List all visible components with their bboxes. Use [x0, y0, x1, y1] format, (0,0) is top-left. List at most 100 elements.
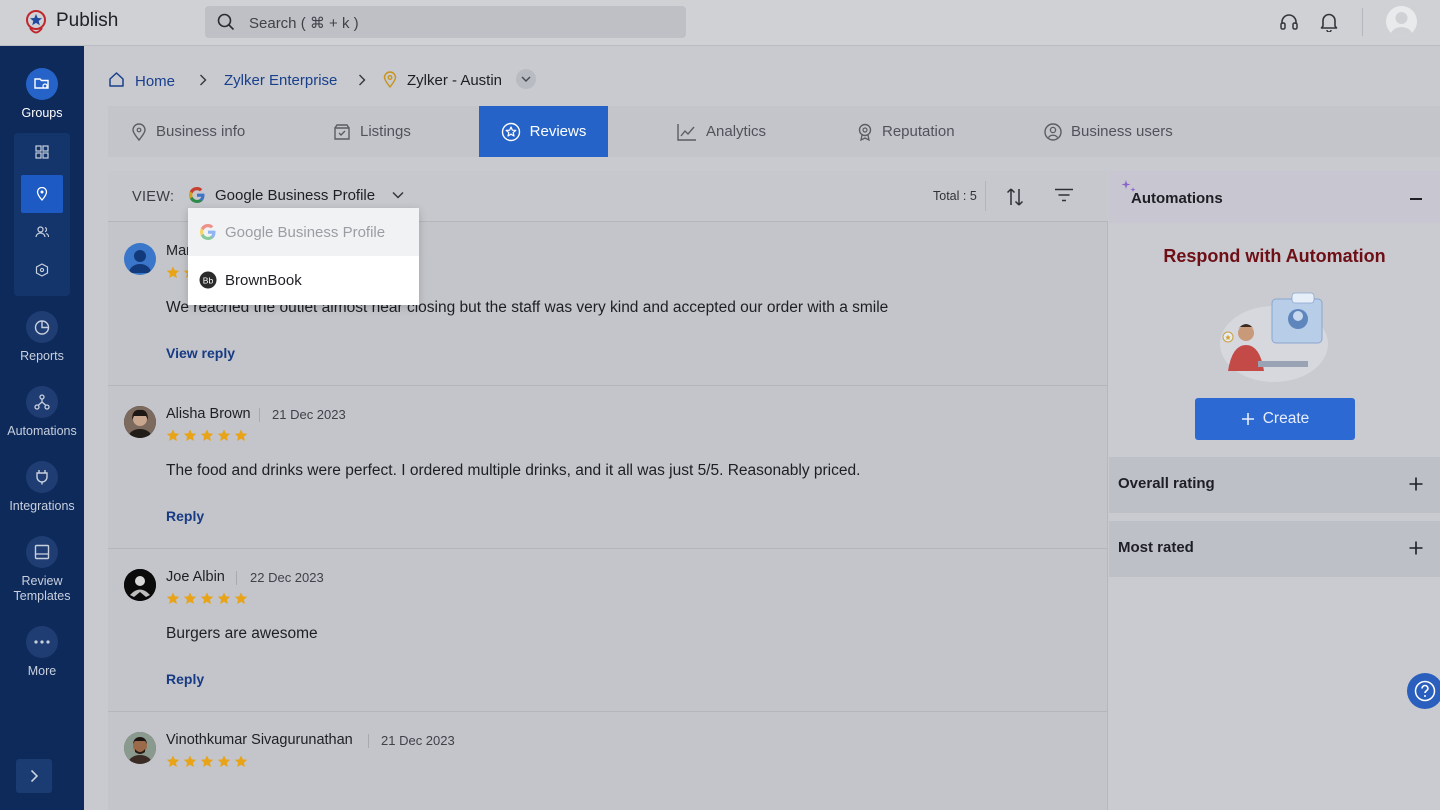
- chevron-down-icon: [392, 191, 404, 199]
- star-icon: [166, 429, 180, 441]
- reviewer-avatar: [124, 732, 156, 764]
- listings-icon: [334, 123, 350, 140]
- source-dropdown-menu: Google Business Profile Bb BrownBook: [188, 208, 419, 305]
- automations-header[interactable]: Automations: [1109, 171, 1440, 223]
- reviewer-avatar: [124, 243, 156, 275]
- reply-link[interactable]: Reply: [166, 671, 204, 687]
- tab-business-info[interactable]: Business info: [131, 106, 245, 157]
- dashboard-icon: [35, 145, 49, 159]
- reviews-star-icon: [501, 122, 520, 141]
- star-icon: [234, 592, 248, 604]
- sidebar-item-integrations[interactable]: Integrations: [0, 461, 84, 513]
- star-icon: [200, 592, 214, 604]
- dropdown-option-google[interactable]: Google Business Profile: [188, 208, 419, 256]
- reply-link[interactable]: Reply: [166, 508, 204, 524]
- sub-item-location[interactable]: [21, 175, 63, 213]
- source-select[interactable]: Google Business Profile: [188, 186, 404, 204]
- collapse-icon[interactable]: [1410, 198, 1422, 200]
- review-date: 22 Dec 2023: [250, 570, 324, 585]
- dropdown-option-brownbook[interactable]: Bb BrownBook: [188, 256, 419, 304]
- tab-reputation[interactable]: Reputation: [857, 106, 955, 157]
- automations-icon: [34, 394, 50, 410]
- sidebar-item-groups[interactable]: Groups: [0, 68, 84, 120]
- review-date: 21 Dec 2023: [272, 407, 346, 422]
- tab-bar: Business info Listings Reviews Analytics…: [108, 106, 1440, 157]
- headset-icon[interactable]: [1279, 12, 1299, 32]
- expand-plus-icon[interactable]: [1409, 477, 1423, 491]
- overall-rating-section[interactable]: Overall rating: [1109, 457, 1440, 513]
- location-switcher-button[interactable]: [516, 69, 536, 89]
- tab-analytics[interactable]: Analytics: [677, 106, 766, 157]
- respond-automation-title: Respond with Automation: [1163, 246, 1386, 266]
- sub-item-hexagon[interactable]: [21, 251, 63, 289]
- right-panel: Automations Respond with Automation Crea…: [1109, 171, 1440, 810]
- reviewer-photo-icon: [124, 732, 156, 764]
- sidebar-item-automations[interactable]: Automations: [0, 386, 84, 438]
- star-icon: [234, 429, 248, 441]
- sub-item-dashboard[interactable]: [21, 133, 63, 171]
- reviewer-name: Vinothkumar Sivagurunathan: [166, 732, 353, 748]
- star-icon: [183, 592, 197, 604]
- tab-reviews[interactable]: Reviews: [479, 106, 608, 157]
- most-rated-section[interactable]: Most rated: [1109, 521, 1440, 577]
- more-icon: [34, 640, 50, 644]
- home-icon[interactable]: [108, 71, 125, 88]
- expand-sidebar-button[interactable]: [16, 759, 52, 793]
- default-user-icon: [129, 250, 151, 273]
- review-item: Vinothkumar Sivagurunathan 21 Dec 2023: [108, 712, 1108, 810]
- star-rating: [166, 429, 248, 442]
- plus-icon: [1241, 413, 1254, 425]
- automations-title: Automations: [1131, 190, 1223, 207]
- publish-logo-icon: [26, 10, 46, 34]
- create-automation-button[interactable]: Create: [1195, 398, 1355, 440]
- sidebar-item-reports[interactable]: Reports: [0, 311, 84, 363]
- help-button[interactable]: [1407, 673, 1440, 709]
- tab-business-users[interactable]: Business users: [1044, 106, 1173, 157]
- sub-item-users[interactable]: [21, 213, 63, 251]
- most-rated-title: Most rated: [1118, 539, 1194, 556]
- groups-submenu: [14, 133, 70, 296]
- app-title: Publish: [56, 10, 119, 31]
- brownbook-logo-icon: Bb: [199, 271, 217, 289]
- total-count: Total : 5: [933, 189, 977, 203]
- search-input[interactable]: Search ( ⌘ + k ): [249, 14, 359, 32]
- star-rating: [166, 755, 248, 768]
- google-logo-icon: [189, 187, 205, 203]
- review-text: Burgers are awesome: [166, 625, 318, 642]
- sort-icon[interactable]: [1006, 187, 1024, 207]
- review-item: Joe Albin 22 Dec 2023 Burgers are awesom…: [108, 549, 1108, 712]
- star-icon: [200, 755, 214, 767]
- reviewer-name: Joe Albin: [166, 569, 225, 585]
- sidebar-item-review-templates[interactable]: Review Templates: [0, 536, 84, 604]
- view-label: VIEW:: [132, 189, 175, 205]
- breadcrumb-home[interactable]: Home: [135, 73, 175, 90]
- location-icon: [36, 187, 48, 201]
- groups-icon: [34, 78, 49, 89]
- filter-icon[interactable]: [1054, 188, 1074, 202]
- view-reply-link[interactable]: View reply: [166, 345, 235, 361]
- integrations-icon: [36, 470, 48, 485]
- expand-plus-icon[interactable]: [1409, 541, 1423, 555]
- reviewer-photo-icon: [124, 406, 156, 438]
- star-icon: [217, 429, 231, 441]
- tab-listings[interactable]: Listings: [333, 106, 411, 157]
- star-rating: [166, 592, 248, 605]
- reviewer-name: Alisha Brown: [166, 406, 251, 422]
- user-silhouette-icon: [1390, 12, 1413, 37]
- review-templates-icon: [34, 544, 50, 560]
- star-icon: [166, 266, 180, 278]
- breadcrumb-enterprise[interactable]: Zylker Enterprise: [224, 72, 337, 89]
- search-bar[interactable]: Search ( ⌘ + k ): [205, 6, 686, 38]
- hexagon-icon: [35, 263, 49, 277]
- chevron-right-icon: [200, 74, 207, 86]
- breadcrumb: Home Zylker Enterprise Zylker - Austin: [108, 68, 808, 92]
- review-item: Alisha Brown 21 Dec 2023 The food and dr…: [108, 386, 1108, 549]
- notification-bell-icon[interactable]: [1320, 12, 1338, 32]
- review-date: 21 Dec 2023: [381, 733, 455, 748]
- location-pin-icon: [383, 71, 397, 88]
- star-icon: [183, 755, 197, 767]
- reports-icon: [34, 320, 50, 335]
- user-avatar[interactable]: [1386, 6, 1417, 37]
- help-question-icon: [1414, 680, 1436, 702]
- sidebar-item-more[interactable]: More: [0, 626, 84, 678]
